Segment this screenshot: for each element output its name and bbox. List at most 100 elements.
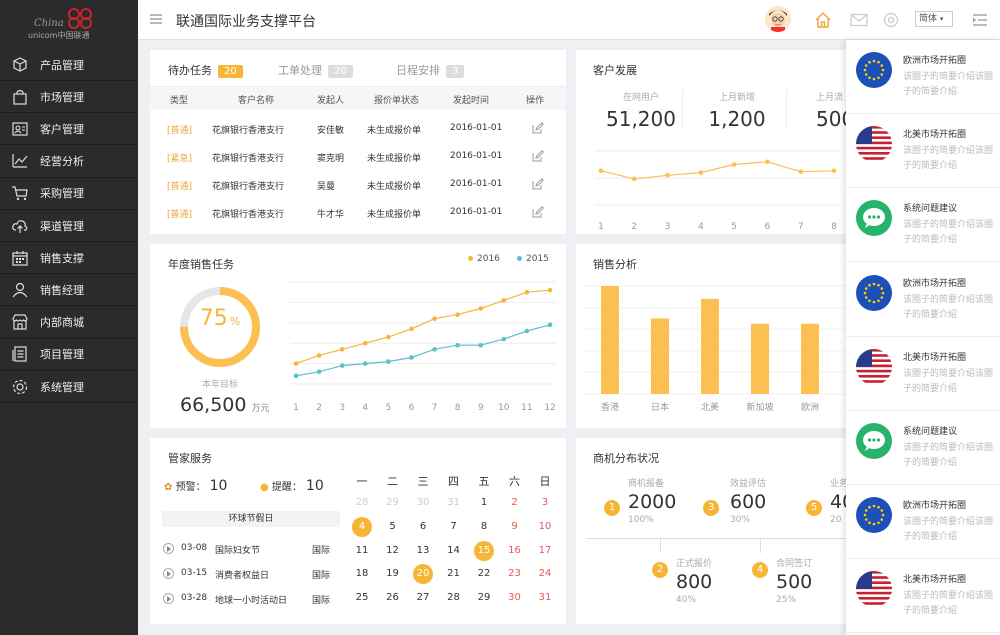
sidebar-item[interactable]: 内部商城 <box>0 307 138 339</box>
calendar-day[interactable]: 20 <box>413 564 433 585</box>
sidebar-item[interactable]: 经营分析 <box>0 146 138 178</box>
calendar-day[interactable]: 3 <box>535 493 555 513</box>
table-row[interactable]: [普通] 花旗银行香港支行 牛才华 未生成报价单 2016-01-01 <box>150 199 566 227</box>
calendar-day[interactable]: 13 <box>413 541 433 561</box>
data-point[interactable] <box>386 359 391 364</box>
circle-item[interactable]: 北美市场开拓圈 该圈子的简要介绍该圈子的简要介绍 <box>846 114 1000 189</box>
data-point[interactable] <box>501 298 507 303</box>
data-point[interactable] <box>478 342 484 348</box>
sidebar-item[interactable]: 项目管理 <box>0 339 138 371</box>
sidebar-item[interactable]: 销售经理 <box>0 274 138 307</box>
bar[interactable] <box>601 286 619 394</box>
warning-stat[interactable]: ✿ 预警： 10 <box>164 478 227 494</box>
calendar-day[interactable]: 28 <box>444 588 464 608</box>
holiday-row[interactable]: 03-15 消费者权益日 国际 <box>163 564 338 584</box>
calendar-day[interactable]: 31 <box>444 493 464 513</box>
calendar-day[interactable]: 27 <box>413 588 433 608</box>
data-point[interactable] <box>524 289 530 295</box>
data-point[interactable] <box>631 176 637 182</box>
calendar-day[interactable]: 29 <box>383 493 403 513</box>
calendar-day[interactable]: 19 <box>383 564 403 584</box>
calendar-day[interactable]: 16 <box>505 541 525 561</box>
calendar-day[interactable]: 1 <box>474 493 494 513</box>
avatar[interactable] <box>765 6 791 32</box>
edit-icon[interactable] <box>532 122 544 134</box>
data-point[interactable] <box>731 162 737 167</box>
edit-icon[interactable] <box>532 178 544 190</box>
calendar-day[interactable]: 4 <box>352 516 372 537</box>
data-point[interactable] <box>455 342 460 348</box>
holiday-row[interactable]: 03-08 国际妇女节 国际 <box>163 539 338 559</box>
tab-work-orders[interactable]: 工单处理 20 <box>278 62 353 78</box>
tab-schedule[interactable]: 日程安排 3 <box>396 62 465 78</box>
language-select[interactable]: 简体 ▾ <box>915 11 953 27</box>
calendar-day[interactable]: 11 <box>352 541 372 561</box>
tab-todo[interactable]: 待办任务 20 <box>168 62 243 78</box>
sidebar-item[interactable]: 客户管理 <box>0 113 138 146</box>
calendar-day[interactable]: 17 <box>535 541 555 561</box>
calendar-day[interactable]: 15 <box>474 540 494 561</box>
data-point[interactable] <box>432 316 437 322</box>
bar[interactable] <box>801 323 819 394</box>
data-point[interactable] <box>293 373 299 379</box>
circle-item[interactable]: 系统问题建议 该圈子的简要介绍该圈子的简要介绍 <box>846 411 1000 485</box>
bar[interactable] <box>701 298 719 394</box>
calendar-day[interactable]: 26 <box>383 588 403 608</box>
data-point[interactable] <box>598 168 604 174</box>
circle-item[interactable]: 北美市场开拓圈 该圈子的简要介绍该圈子的简要介绍 <box>846 559 1000 634</box>
sidebar-item[interactable]: 市场管理 <box>0 81 138 114</box>
data-point[interactable] <box>432 347 437 352</box>
data-point[interactable] <box>409 355 414 360</box>
calendar-day[interactable]: 21 <box>444 564 464 584</box>
sidebar-item[interactable]: 渠道管理 <box>0 210 138 242</box>
calendar-day[interactable]: 7 <box>444 517 464 537</box>
calendar-day[interactable]: 14 <box>444 541 464 561</box>
data-point[interactable] <box>409 326 414 332</box>
calendar-day[interactable]: 18 <box>352 564 372 584</box>
data-point[interactable] <box>798 169 804 174</box>
settings-gear-icon[interactable] <box>882 11 900 29</box>
menu-toggle-icon[interactable] <box>150 13 162 25</box>
data-point[interactable] <box>316 353 322 358</box>
calendar-day[interactable]: 8 <box>474 517 494 537</box>
data-point[interactable] <box>316 369 322 375</box>
calendar-day[interactable]: 12 <box>383 541 403 561</box>
data-point[interactable] <box>339 363 345 368</box>
data-point[interactable] <box>665 173 670 178</box>
data-point[interactable] <box>339 347 345 352</box>
data-point[interactable] <box>698 170 704 175</box>
data-point[interactable] <box>831 168 837 174</box>
calendar-day[interactable]: 28 <box>352 493 372 513</box>
data-point[interactable] <box>362 340 368 346</box>
table-row[interactable]: [普通] 花旗银行香港支行 吴曼 未生成报价单 2016-01-01 <box>150 171 566 199</box>
mail-icon[interactable] <box>850 11 868 29</box>
bar[interactable] <box>651 318 669 394</box>
data-point[interactable] <box>765 159 770 165</box>
calendar-day[interactable]: 2 <box>505 493 525 513</box>
home-icon[interactable] <box>814 11 832 29</box>
circle-item[interactable]: 北美市场开拓圈 该圈子的简要介绍该圈子的简要介绍 <box>846 337 1000 411</box>
holiday-row[interactable]: 03-28 地球一小时活动日 国际 <box>163 589 338 609</box>
data-point[interactable] <box>547 287 553 293</box>
data-point[interactable] <box>501 336 507 342</box>
sidebar-item[interactable]: 采购管理 <box>0 178 138 210</box>
data-point[interactable] <box>547 322 553 328</box>
data-point[interactable] <box>362 361 368 366</box>
calendar-day[interactable]: 29 <box>474 588 494 608</box>
table-row[interactable]: [紧急] 花旗银行香港支行 窦克明 未生成报价单 2016-01-01 <box>150 143 566 171</box>
data-point[interactable] <box>478 306 484 311</box>
data-point[interactable] <box>524 328 530 334</box>
calendar-day[interactable]: 31 <box>535 588 555 608</box>
circle-item[interactable]: 欧洲市场开拓圈 该圈子的简要介绍该圈子的简要介绍 <box>846 40 1000 114</box>
data-point[interactable] <box>293 361 299 366</box>
calendar-day[interactable]: 9 <box>505 517 525 537</box>
sidebar-item[interactable]: 销售支撑 <box>0 242 138 275</box>
calendar-day[interactable]: 6 <box>413 517 433 537</box>
calendar-day[interactable]: 10 <box>535 517 555 537</box>
remind-stat[interactable]: ● 提醒： 10 <box>260 478 324 494</box>
calendar-day[interactable]: 30 <box>505 588 525 608</box>
circle-item[interactable]: 欧洲市场开拓圈 该圈子的简要介绍该圈子的简要介绍 <box>846 485 1000 560</box>
calendar-day[interactable]: 22 <box>474 564 494 584</box>
data-point[interactable] <box>386 334 391 340</box>
sidebar-item[interactable]: 产品管理 <box>0 49 138 81</box>
